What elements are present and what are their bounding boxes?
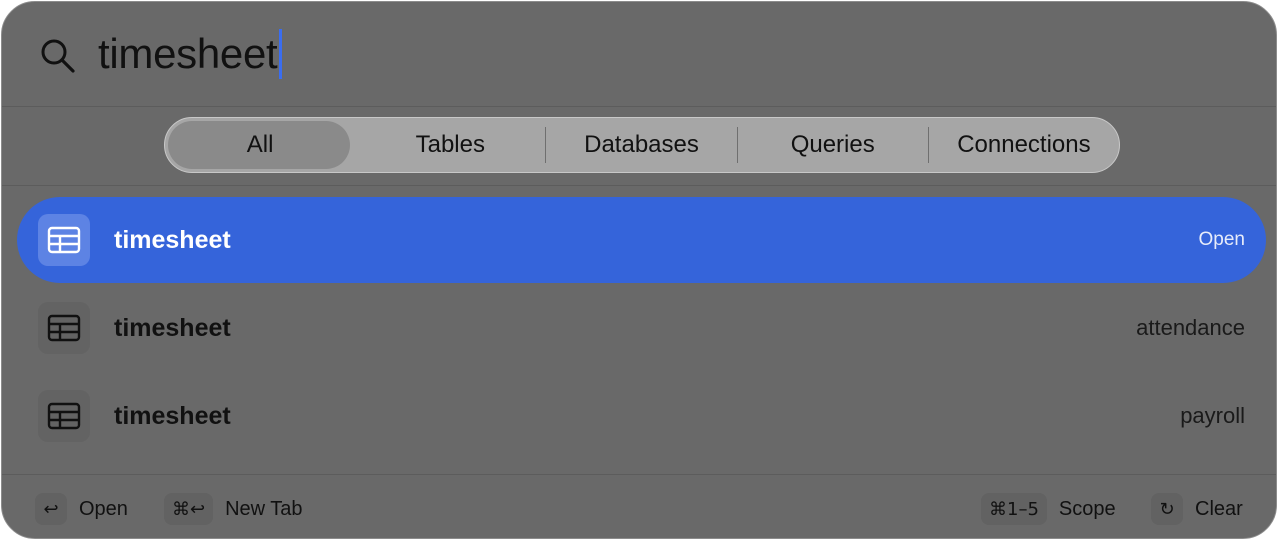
- scope-row: All Tables Databases Queries Connections: [2, 107, 1276, 186]
- scope-tables-label: Tables: [415, 131, 485, 158]
- footer-hints: ↩ Open ⌘↩ New Tab ⌘1–5 Scope ↻ Clear: [2, 474, 1276, 538]
- hint-open-label: Open: [79, 497, 128, 520]
- scope-queries[interactable]: Queries: [738, 118, 928, 172]
- search-query: timesheet: [98, 30, 278, 77]
- scope-all[interactable]: All: [165, 118, 355, 172]
- hint-clear-label: Clear: [1195, 497, 1243, 520]
- hint-scope: ⌘1–5 Scope: [981, 493, 1116, 525]
- scope-all-label: All: [246, 131, 274, 158]
- result-database: payroll: [1180, 403, 1245, 428]
- table-icon: [38, 214, 90, 266]
- result-title: timesheet: [114, 225, 231, 254]
- command-return-key-icon: ⌘↩: [164, 493, 214, 525]
- command-number-key-icon: ⌘1–5: [981, 493, 1047, 525]
- clear-rotate-icon: ↻: [1151, 493, 1183, 525]
- scope-databases[interactable]: Databases: [546, 118, 736, 172]
- hint-new-tab-label: New Tab: [225, 497, 303, 520]
- result-database: attendance: [1136, 315, 1245, 340]
- result-title: timesheet: [114, 401, 231, 430]
- hint-new-tab: ⌘↩ New Tab: [164, 493, 303, 525]
- hint-scope-label: Scope: [1058, 497, 1116, 520]
- scope-connections-label: Connections: [957, 131, 1091, 158]
- search-icon: [41, 39, 75, 73]
- result-title: timesheet: [114, 313, 231, 342]
- scope-connections[interactable]: Connections: [929, 118, 1119, 172]
- scope-tables[interactable]: Tables: [355, 118, 545, 172]
- hint-open: ↩ Open: [35, 493, 128, 525]
- scope-segmented-control: All Tables Databases Queries Connections: [164, 117, 1120, 173]
- search-bar: timesheet: [2, 2, 1276, 107]
- table-icon: [38, 302, 90, 354]
- search-input[interactable]: timesheet: [98, 28, 283, 80]
- result-row[interactable]: timesheet attendance: [17, 285, 1266, 371]
- text-caret: [279, 29, 283, 79]
- hint-clear[interactable]: ↻ Clear: [1151, 493, 1243, 525]
- result-row[interactable]: timesheet Open: [17, 197, 1266, 283]
- result-action-open[interactable]: Open: [1199, 229, 1245, 251]
- scope-queries-label: Queries: [790, 131, 875, 158]
- return-key-icon: ↩: [35, 493, 67, 525]
- quick-open-panel: timesheet All Tables Databases Queries C…: [1, 1, 1277, 539]
- scope-databases-label: Databases: [584, 131, 699, 158]
- table-icon: [38, 390, 90, 442]
- result-row[interactable]: timesheet payroll: [17, 373, 1266, 459]
